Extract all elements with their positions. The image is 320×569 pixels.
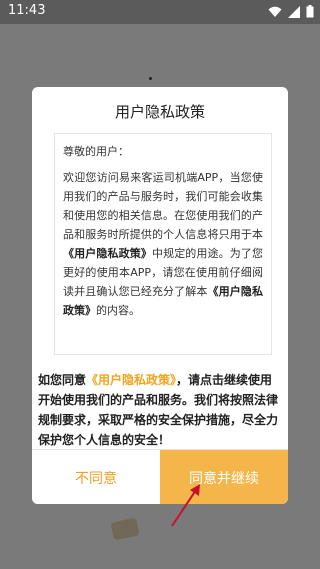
policy-name-reference: 《用户隐私政策》 [63, 247, 152, 260]
disagree-button[interactable]: 不同意 [32, 450, 160, 504]
status-icons [268, 5, 314, 18]
policy-scroll-area[interactable]: 尊敬的用户： 欢迎您访问易来客运司机端APP，当您使用我们的产品与服务时，我们可… [54, 133, 272, 355]
privacy-dialog: 用户隐私政策 尊敬的用户： 欢迎您访问易来客运司机端APP，当您使用我们的产品与… [32, 87, 288, 504]
notice-prefix: 如您同意 [38, 373, 87, 387]
pointer-arrow-icon [171, 484, 200, 527]
signal-icon [288, 5, 300, 18]
status-time: 11:43 [8, 3, 46, 18]
battery-icon [306, 5, 314, 18]
policy-body-text-1: 欢迎您访问易来客运司机端APP，当您使用我们的产品与服务时，我们可能会收集和使用… [63, 171, 263, 241]
policy-body: 欢迎您访问易来客运司机端APP，当您使用我们的产品与服务时，我们可能会收集和使用… [63, 168, 263, 320]
wifi-icon [268, 6, 282, 17]
privacy-policy-link[interactable]: 《用户隐私政策》 [86, 373, 176, 387]
policy-body-text-3: 的内容。 [96, 304, 140, 317]
background-decoration [110, 517, 140, 541]
consent-notice: 如您同意《用户隐私政策》，请点击继续使用开始使用我们的产品和服务。我们将按照法律… [38, 370, 284, 450]
dialog-title: 用户隐私政策 [114, 103, 205, 121]
background-dot [149, 77, 152, 80]
dialog-button-row: 不同意 同意并继续 [32, 449, 288, 504]
status-bar: 11:43 [0, 0, 320, 24]
policy-greeting: 尊敬的用户： [63, 145, 129, 158]
